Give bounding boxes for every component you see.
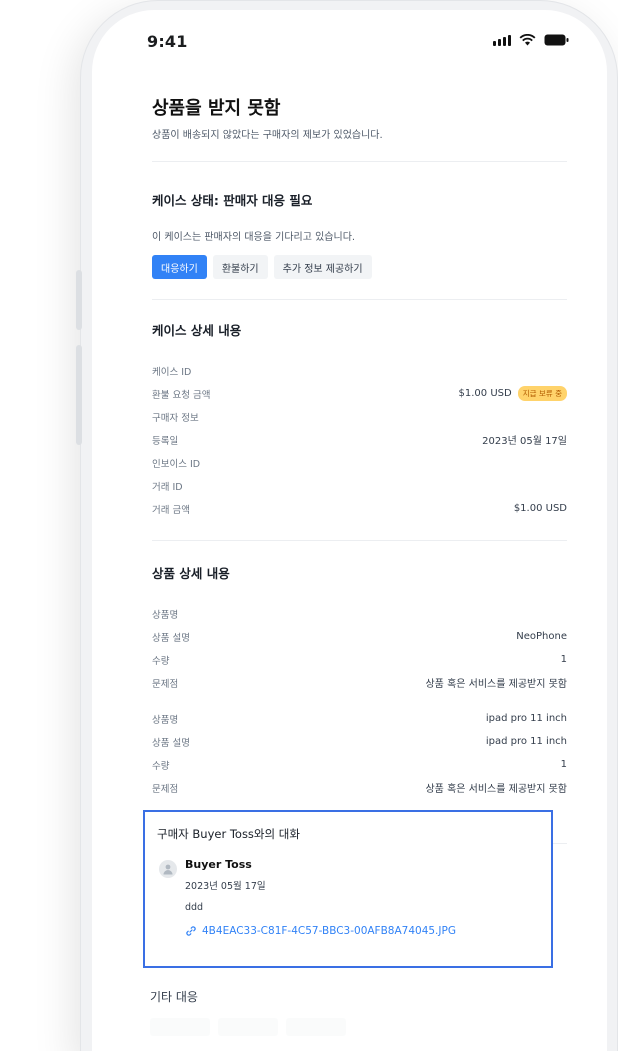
message-text: ddd [185,902,204,913]
phone-side-button [76,270,82,330]
page-subtitle: 상품이 배송되지 않았다는 구매자의 제보가 있었습니다. [152,130,383,141]
detail-label: 환불 요청 금액 [152,389,211,401]
product-label: 문제점 [152,783,179,795]
other-action-buttons [150,1018,346,1036]
status-bar: 9:41 [92,10,607,80]
detail-label: 거래 ID [152,481,183,493]
user-icon [163,864,173,875]
product-label: 상품명 [152,714,179,726]
wifi-icon [519,34,536,46]
case-status-section: 케이스 상태: 판매자 대응 필요 이 케이스는 판매자의 대응을 기다리고 있… [152,190,567,279]
product-row: 상품 설명 NeoPhone [152,625,567,648]
product-label: 상품명 [152,609,179,621]
product-value: 1 [560,654,567,665]
product-label: 상품 설명 [152,632,190,644]
product-label: 문제점 [152,678,179,690]
detail-row: 거래 ID [152,474,567,497]
product-details-title: 상품 상세 내용 [152,566,230,581]
status-icons [493,34,569,46]
detail-label: 거래 금액 [152,504,190,516]
detail-row: 구매자 정보 [152,405,567,428]
product-label: 수량 [152,655,170,667]
product-row: 상품명 ipad pro 11 inch [152,707,567,730]
detail-value: 2023년 05월 17일 [482,436,567,447]
detail-value: $1.00 USD [513,503,567,514]
divider [152,299,567,300]
detail-row: 등록일 2023년 05월 17일 [152,428,567,451]
message-sender: Buyer Toss [185,858,252,871]
product-label: 상품 설명 [152,737,190,749]
product-label: 수량 [152,760,170,772]
product-row: 상품 설명 ipad pro 11 inch [152,730,567,753]
avatar [159,860,177,878]
product-value: ipad pro 11 inch [485,736,567,747]
product-row: 문제점 상품 혹은 서비스를 제공받지 못함 [152,776,567,799]
detail-label: 구매자 정보 [152,412,199,424]
detail-label: 인보이스 ID [152,458,201,470]
status-time: 9:41 [147,32,188,51]
conversation-card: 구매자 Buyer Toss와의 대화 Buyer Toss 2023년 05월… [143,810,553,968]
case-details-section: 케이스 상세 내용 케이스 ID 환불 요청 금액 $1.00 USD 지급 보류 … [152,320,567,520]
product-value: 상품 혹은 서비스를 제공받지 못함 [425,679,567,690]
case-status-description: 이 케이스는 판매자의 대응을 기다리고 있습니다. [152,232,356,243]
case-action-buttons: 대응하기 환불하기 추가 정보 제공하기 [152,255,567,279]
faded-button[interactable] [286,1018,346,1036]
detail-label: 케이스 ID [152,366,192,378]
attachment-link[interactable]: 4B4EAC33-C81F-4C57-BBC3-00AFB8A74045.JPG [185,925,456,937]
link-icon [186,926,196,936]
battery-icon [544,34,569,46]
refund-amount: $1.00 USD [458,388,512,399]
faded-button[interactable] [218,1018,278,1036]
signal-icon [493,34,511,46]
conversation-title: 구매자 Buyer Toss와의 대화 [157,827,300,841]
detail-row: 인보이스 ID [152,451,567,474]
other-actions-title: 기타 대응 [150,990,198,1004]
product-row: 수량 1 [152,648,567,671]
case-status-title: 케이스 상태: 판매자 대응 필요 [152,193,313,208]
product-value: ipad pro 11 inch [485,713,567,724]
attachment-filename: 4B4EAC33-C81F-4C57-BBC3-00AFB8A74045.JPG [202,925,456,937]
detail-row: 케이스 ID [152,359,567,382]
detail-row: 환불 요청 금액 $1.00 USD 지급 보류 중 [152,382,567,405]
divider [152,161,567,162]
product-value: NeoPhone [516,631,567,642]
product-details-section: 상품 상세 내용 상품명 상품 설명 NeoPhone 수량 1 문제점 상품 혹은 … [152,563,567,799]
case-details-title: 케이스 상세 내용 [152,323,242,338]
detail-value: $1.00 USD 지급 보류 중 [459,386,567,401]
product-value: 상품 혹은 서비스를 제공받지 못함 [425,784,567,795]
provide-info-button[interactable]: 추가 정보 제공하기 [273,255,372,279]
product-value: 1 [560,759,567,770]
product-group: 상품명 상품 설명 NeoPhone 수량 1 문제점 상품 혹은 서비스를 제공받지… [152,602,567,694]
detail-label: 등록일 [152,435,179,447]
product-group: 상품명 ipad pro 11 inch 상품 설명 ipad pro 11 inc… [152,707,567,799]
page-title: 상품을 받지 못함 [152,98,281,119]
detail-row: 거래 금액 $1.00 USD [152,497,567,520]
respond-button[interactable]: 대응하기 [152,255,207,279]
product-row: 문제점 상품 혹은 서비스를 제공받지 못함 [152,671,567,694]
phone-side-button [76,345,82,445]
divider [152,540,567,541]
message-date: 2023년 05월 17일 [185,881,266,892]
product-row: 상품명 [152,602,567,625]
product-row: 수량 1 [152,753,567,776]
refund-button[interactable]: 환불하기 [212,255,268,279]
case-details-rows: 케이스 ID 환불 요청 금액 $1.00 USD 지급 보류 중 구매자 정보 등… [152,359,567,520]
status-badge: 지급 보류 중 [517,386,567,401]
row-spacer [152,694,567,707]
main-content: 상품을 받지 못함 상품이 배송되지 않았다는 구매자의 제보가 있었습니다. … [152,94,567,844]
faded-button[interactable] [150,1018,210,1036]
